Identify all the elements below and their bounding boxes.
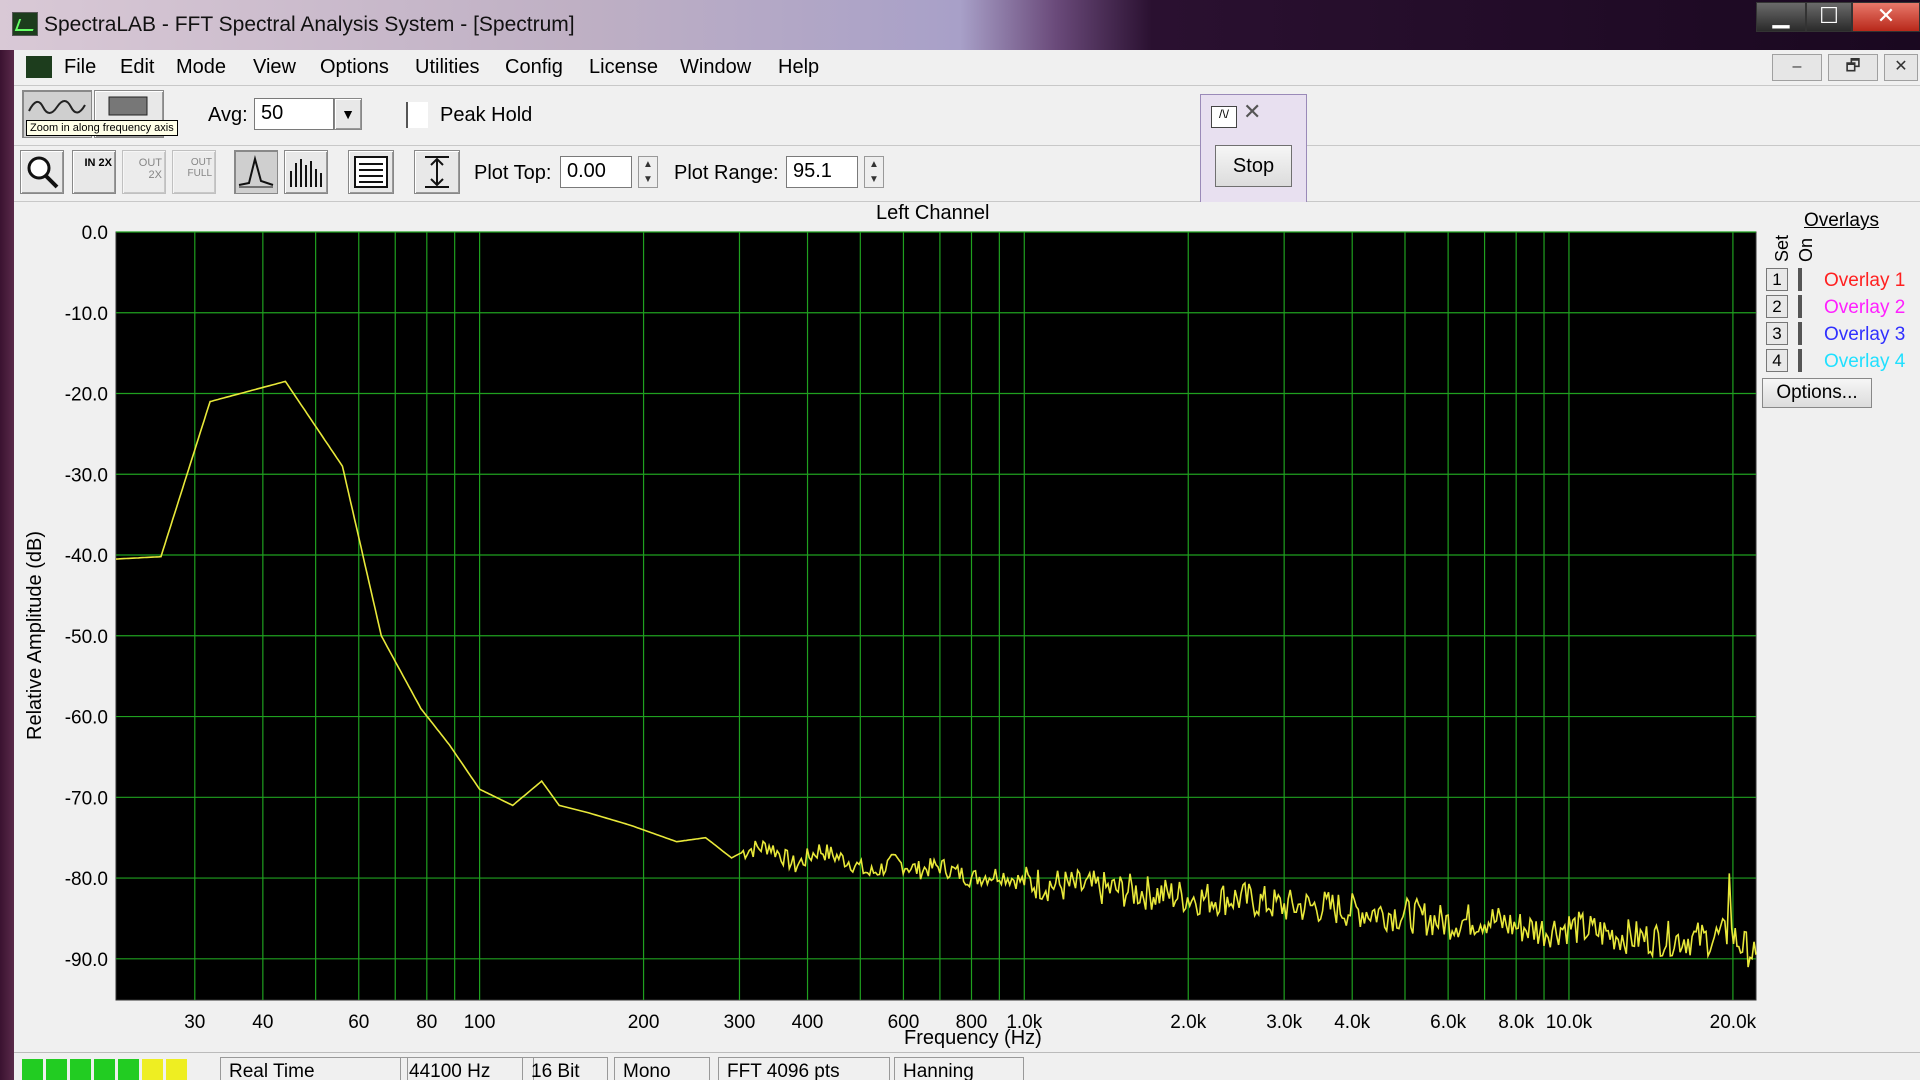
overlay-set-button-1[interactable]: 1 xyxy=(1766,268,1788,291)
plot-background xyxy=(115,231,1757,1001)
overlay-on-toggle-2[interactable] xyxy=(1798,295,1802,318)
y-tick-label: -70.0 xyxy=(65,788,108,809)
level-meter-segment xyxy=(142,1059,163,1080)
overlay-name-2: Overlay 2 xyxy=(1824,297,1906,318)
status-mode: Real Time xyxy=(220,1057,408,1080)
x-tick-label: 80 xyxy=(416,1012,437,1033)
overlay-set-button-3[interactable]: 3 xyxy=(1766,322,1788,345)
overlay-on-header: On xyxy=(1796,237,1816,262)
x-tick-label: 800 xyxy=(956,1012,988,1033)
level-meter-segment xyxy=(166,1059,187,1080)
x-tick-label: 20.0k xyxy=(1710,1012,1757,1033)
x-tick-label: 1.0k xyxy=(1006,1012,1042,1033)
x-tick-label: 10.0k xyxy=(1546,1012,1593,1033)
y-tick-label: -60.0 xyxy=(65,708,108,729)
y-tick-label: -50.0 xyxy=(65,627,108,648)
y-tick-label: -40.0 xyxy=(65,546,108,567)
level-meter-segment xyxy=(70,1059,91,1080)
spectrum-chart[interactable]: 0.0 -10.0 -20.0 -30.0 -40.0 -50.0 -60.0 -70.0 -8… xyxy=(0,0,1920,1080)
level-meter xyxy=(22,1059,187,1080)
level-meter-segment xyxy=(46,1059,67,1080)
status-bits: 16 Bit xyxy=(522,1057,608,1080)
x-tick-label: 6.0k xyxy=(1430,1012,1466,1033)
y-tick-label: -80.0 xyxy=(65,869,108,890)
overlay-name-4: Overlay 4 xyxy=(1824,351,1906,372)
x-tick-label: 3.0k xyxy=(1266,1012,1302,1033)
x-tick-label: 300 xyxy=(724,1012,756,1033)
x-tick-label: 60 xyxy=(348,1012,369,1033)
overlay-set-button-2[interactable]: 2 xyxy=(1766,295,1788,318)
status-window-function: Hanning xyxy=(894,1057,1024,1080)
level-meter-segment xyxy=(94,1059,115,1080)
overlay-name-3: Overlay 3 xyxy=(1824,324,1906,345)
y-tick-label: -20.0 xyxy=(65,385,108,406)
x-tick-label: 30 xyxy=(184,1012,205,1033)
x-tick-label: 100 xyxy=(464,1012,496,1033)
x-tick-label: 4.0k xyxy=(1334,1012,1370,1033)
x-tick-label: 40 xyxy=(252,1012,273,1033)
overlay-on-toggle-1[interactable] xyxy=(1798,268,1802,291)
status-bar: Real Time 44100 Hz 16 Bit Mono FFT 4096 … xyxy=(14,1052,1920,1080)
overlay-set-header: Set xyxy=(1772,234,1792,262)
overlay-set-button-4[interactable]: 4 xyxy=(1766,349,1788,372)
overlay-on-toggle-4[interactable] xyxy=(1798,349,1802,372)
status-fft-size: FFT 4096 pts xyxy=(718,1057,890,1080)
x-tick-label: 600 xyxy=(888,1012,920,1033)
status-sample-rate: 44100 Hz xyxy=(400,1057,534,1080)
y-tick-label: -90.0 xyxy=(65,950,108,971)
y-tick-label: -10.0 xyxy=(65,304,108,325)
x-tick-label: 200 xyxy=(628,1012,660,1033)
status-channels: Mono xyxy=(614,1057,710,1080)
x-tick-label: 400 xyxy=(792,1012,824,1033)
overlay-options-button[interactable]: Options... xyxy=(1762,378,1872,408)
level-meter-segment xyxy=(118,1059,139,1080)
overlay-on-toggle-3[interactable] xyxy=(1798,322,1802,345)
overlay-name-1: Overlay 1 xyxy=(1824,270,1906,291)
overlays-title: Overlays xyxy=(1804,210,1879,231)
y-tick-label: 0.0 xyxy=(82,223,108,244)
x-tick-label: 8.0k xyxy=(1498,1012,1534,1033)
x-tick-label: 2.0k xyxy=(1170,1012,1206,1033)
y-tick-label: -30.0 xyxy=(65,465,108,486)
level-meter-segment xyxy=(22,1059,43,1080)
